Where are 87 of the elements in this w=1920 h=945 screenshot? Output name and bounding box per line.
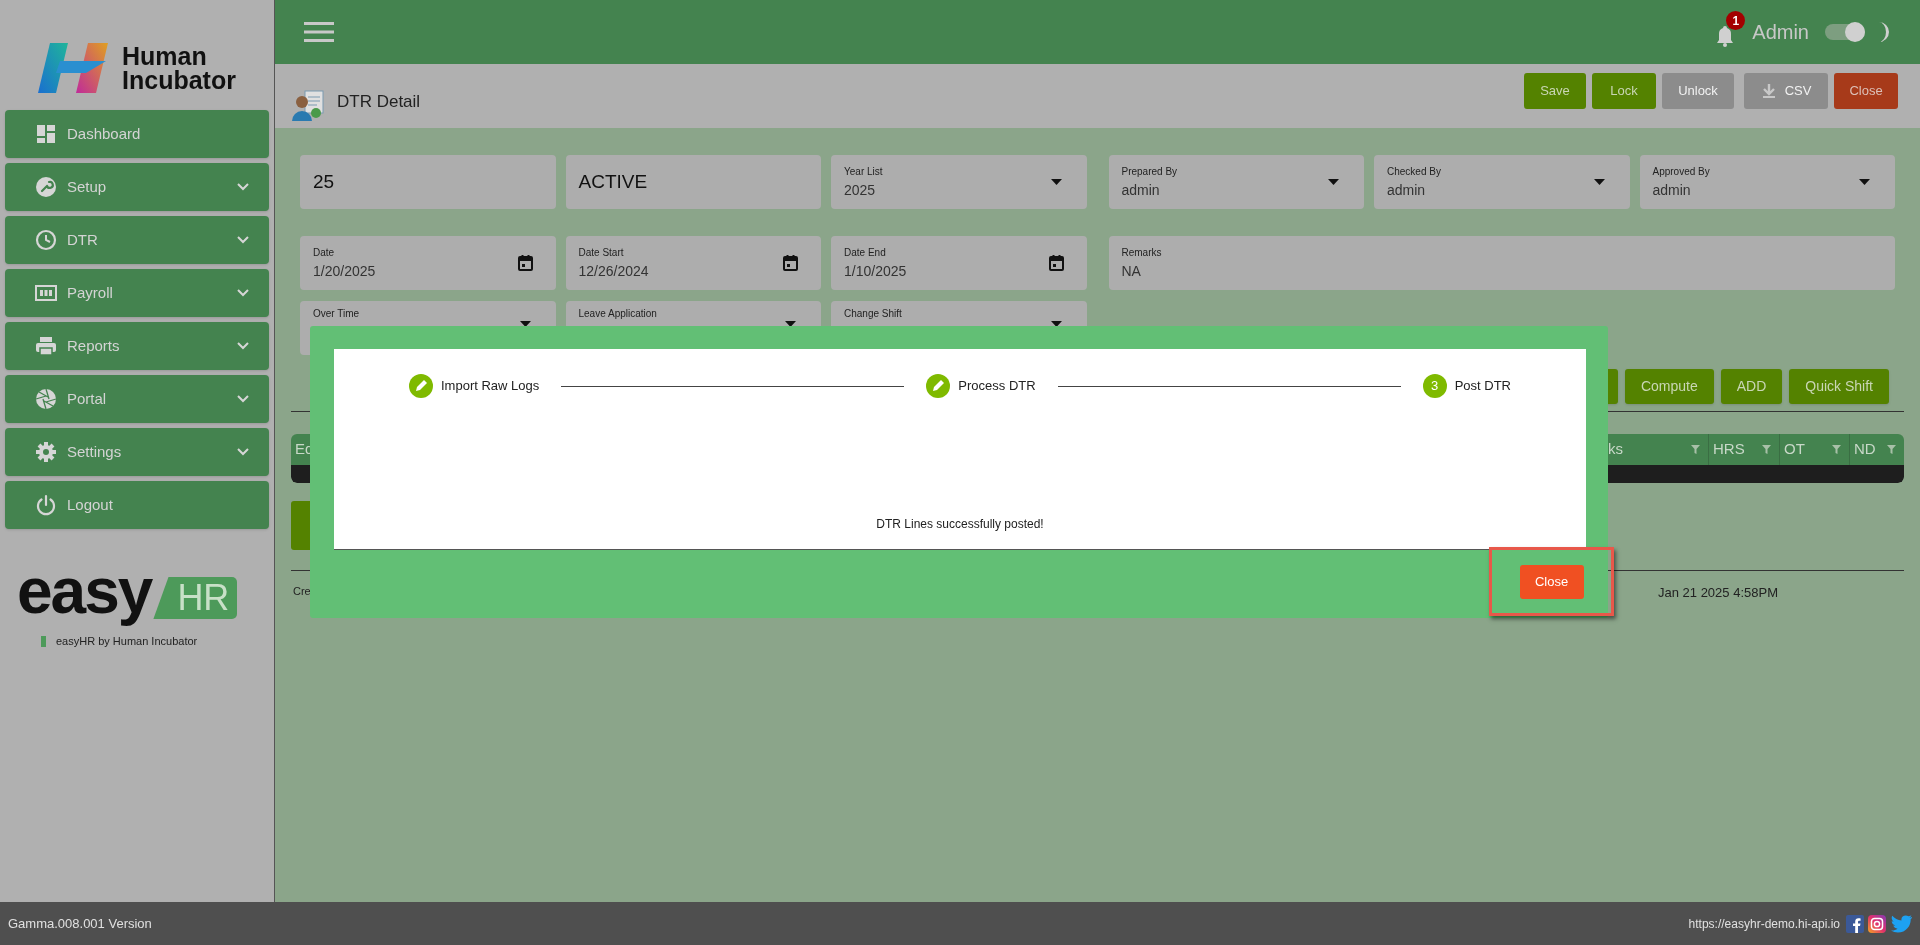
version-text: Gamma.008.001 Version [8, 914, 152, 933]
field-label: Prepared By [1121, 164, 1179, 179]
text-field[interactable]: ACTIVE [565, 155, 821, 209]
power-icon [35, 494, 57, 516]
sidebar-item[interactable]: Payroll [5, 269, 269, 317]
select-field[interactable]: Approved By admin [1639, 155, 1895, 209]
money-icon [35, 282, 57, 304]
step-label: Process DTR [958, 377, 1036, 396]
sidebar-item[interactable]: Dashboard [5, 110, 269, 158]
pencil-icon [409, 374, 433, 398]
date-field[interactable]: Date End 1/10/2025 [831, 236, 1087, 290]
dropdown-caret-icon [1328, 179, 1339, 185]
field-label: Leave Application [578, 307, 658, 321]
website-link[interactable]: https://easyhr-demo.hi-api.io [1688, 914, 1840, 933]
field-value: 1/10/2025 [844, 261, 908, 281]
calendar-icon [1048, 255, 1064, 271]
field-label: Checked By [1387, 164, 1442, 179]
dashboard-icon [35, 123, 57, 145]
bell-icon [1716, 25, 1735, 47]
dropdown-caret-icon [1859, 179, 1870, 185]
step-number: 3 [1422, 374, 1447, 398]
calendar-icon [517, 255, 533, 271]
instagram-icon [1868, 914, 1886, 933]
action-button[interactable]: Save [1524, 73, 1586, 109]
action-button[interactable]: Lock [1592, 73, 1656, 109]
wrench-icon [35, 176, 57, 198]
field-label: Remarks [1121, 245, 1163, 260]
action-button[interactable]: Close [1834, 73, 1898, 109]
aperture-icon [35, 388, 57, 410]
field-label: Year List [844, 164, 884, 179]
text-field[interactable]: Remarks NA [1108, 236, 1895, 290]
logo-text: Human [122, 43, 208, 68]
page-title: DTR Detail [337, 90, 421, 113]
employee-card-icon [291, 88, 325, 122]
created-date: Jan 21 2025 4:58PM [1658, 584, 1779, 602]
select-field[interactable]: Year List 2025 [831, 155, 1087, 209]
step-label: Import Raw Logs [441, 377, 540, 396]
download-icon [1760, 83, 1777, 99]
date-field[interactable]: Date Start 12/26/2024 [565, 236, 821, 290]
close-button[interactable]: Close [1519, 564, 1584, 599]
facebook-icon [1846, 914, 1864, 933]
field-value: 1/20/2025 [313, 261, 377, 281]
notification-badge: 1 [1726, 11, 1746, 30]
sidebar-item[interactable]: Setup [5, 163, 269, 211]
field-value: 12/26/2024 [578, 261, 650, 281]
created-label: Cre [293, 584, 311, 599]
toolbar-button[interactable]: Quick Shift [1789, 369, 1889, 404]
field-label: Date [313, 245, 336, 260]
field-value: 2025 [844, 180, 877, 200]
pencil-icon [926, 374, 951, 398]
bird-icon [1890, 914, 1912, 933]
clock-icon [35, 229, 57, 251]
field-label: Change Shift [844, 307, 903, 321]
step-label: Post DTR [1454, 377, 1511, 396]
sidebar-item[interactable]: Reports [5, 322, 269, 370]
calendar-icon [783, 255, 798, 271]
status-message: DTR Lines successfully posted! [875, 516, 1045, 533]
logo-text: Incubator [122, 67, 236, 92]
field-value: NA [1121, 261, 1142, 281]
printer-icon [35, 335, 57, 357]
field-label: Over Time [313, 307, 361, 321]
date-field[interactable]: Date 1/20/2025 [300, 236, 556, 290]
sidebar-item[interactable]: Logout [5, 481, 269, 529]
field-label: Date Start [578, 245, 625, 260]
column-header[interactable]: ks [1604, 434, 1708, 465]
field-value: admin [1652, 180, 1692, 200]
field-value: admin [1121, 180, 1161, 200]
gear-icon [35, 441, 57, 463]
field-label: Date End [844, 245, 887, 260]
dropdown-caret-icon [1050, 179, 1062, 185]
dropdown-caret-icon [1593, 179, 1605, 185]
sidebar-item[interactable]: Settings [5, 428, 269, 476]
toolbar-button[interactable]: ADD [1720, 369, 1783, 404]
field-label: Approved By [1652, 164, 1711, 179]
sidebar-item[interactable]: Portal [5, 375, 269, 423]
brand-mark-icon [41, 635, 46, 647]
select-field[interactable]: Prepared By admin [1108, 155, 1364, 209]
user-name[interactable]: Admin [1752, 17, 1809, 47]
text-field[interactable]: 25 [300, 155, 556, 209]
theme-toggle[interactable] [1825, 24, 1865, 40]
menu-icon [304, 21, 334, 43]
toolbar-button[interactable]: Compute [1624, 369, 1714, 404]
field-value: admin [1387, 180, 1427, 200]
logo-badge: HR [153, 577, 238, 619]
sidebar-item[interactable]: DTR [5, 216, 269, 264]
select-field[interactable]: Checked By admin [1374, 155, 1630, 209]
brand-caption: easyHR by Human Incubator [56, 634, 198, 649]
